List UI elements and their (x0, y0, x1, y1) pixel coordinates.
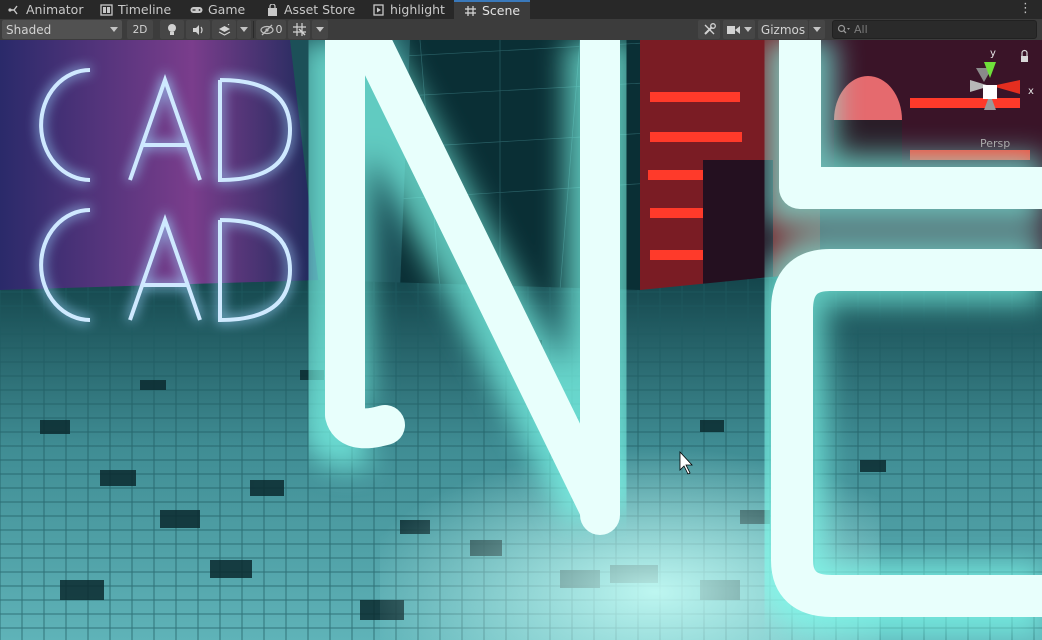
audio-toggle-button[interactable] (186, 20, 210, 39)
search-input[interactable]: All (832, 20, 1037, 39)
lighting-toggle-button[interactable] (160, 20, 184, 39)
tab-highlight[interactable]: highlight (372, 0, 445, 19)
scene-render (0, 40, 1042, 640)
wrench-tools-icon (703, 23, 716, 35)
tab-bar: Animator Timeline Game Asset Store highl… (0, 0, 1042, 20)
toolbar-divider (253, 21, 254, 38)
effects-toggle-button[interactable] (212, 20, 236, 39)
chevron-down-icon (813, 27, 821, 32)
tools-button[interactable] (698, 20, 720, 39)
effects-dropdown-button[interactable] (237, 20, 251, 39)
speaker-icon (192, 24, 203, 35)
scene-visibility-button[interactable]: 0 (256, 20, 286, 39)
grid-snap-icon (292, 23, 306, 36)
shopping-bag-icon (268, 3, 277, 16)
chevron-down-icon (316, 27, 324, 32)
hidden-objects-count: 0 (275, 23, 283, 36)
tab-timeline[interactable]: Timeline (100, 0, 171, 19)
gizmos-button[interactable]: Gizmos (758, 20, 808, 39)
clip-icon (373, 3, 384, 16)
gizmos-dropdown-button[interactable] (809, 20, 825, 39)
camera-settings-dropdown[interactable] (723, 20, 755, 39)
gizmo-axis-y-label: y (990, 48, 996, 59)
search-icon (837, 24, 850, 34)
chevron-down-icon (240, 27, 248, 32)
tab-label: Asset Store (284, 2, 356, 17)
projection-mode-label[interactable]: Persp (980, 137, 1010, 150)
tab-game[interactable]: Game (190, 0, 245, 19)
chevron-down-icon (743, 27, 752, 32)
tab-label: highlight (390, 2, 445, 17)
grid-snap-button[interactable] (288, 20, 310, 39)
gizmos-label: Gizmos (760, 22, 806, 37)
light-bulb-icon (168, 24, 176, 35)
grid-dropdown-button[interactable] (312, 20, 328, 39)
effects-layers-icon (218, 23, 230, 36)
tab-scene[interactable]: Scene (454, 0, 531, 19)
tab-label: Scene (482, 3, 521, 18)
timeline-icon (100, 3, 113, 16)
search-placeholder: All (854, 23, 868, 36)
scene-viewport[interactable]: y x Persp (0, 40, 1042, 640)
2d-toggle-label: 2D (132, 23, 148, 36)
scene-toolbar: Shaded 2D 0 Gizmos All (0, 19, 1042, 41)
tab-label: Animator (26, 2, 84, 17)
tab-animator[interactable]: Animator (8, 0, 83, 19)
grid-icon (465, 5, 476, 16)
2d-toggle-button[interactable]: 2D (127, 20, 153, 39)
hidden-eye-icon (259, 24, 274, 35)
gizmo-axis-x-label: x (1028, 86, 1034, 97)
more-options-icon[interactable]: ⋮ (1019, 1, 1032, 16)
tab-label: Timeline (118, 2, 172, 17)
camera-icon (726, 25, 740, 34)
shading-mode-value: Shaded (6, 22, 52, 37)
tab-asset-store[interactable]: Asset Store (266, 0, 355, 19)
gamepad-icon (190, 6, 203, 13)
animator-icon (8, 5, 18, 14)
shading-mode-dropdown[interactable]: Shaded (2, 20, 122, 39)
chevron-down-icon (110, 27, 118, 32)
tab-label: Game (208, 2, 246, 17)
